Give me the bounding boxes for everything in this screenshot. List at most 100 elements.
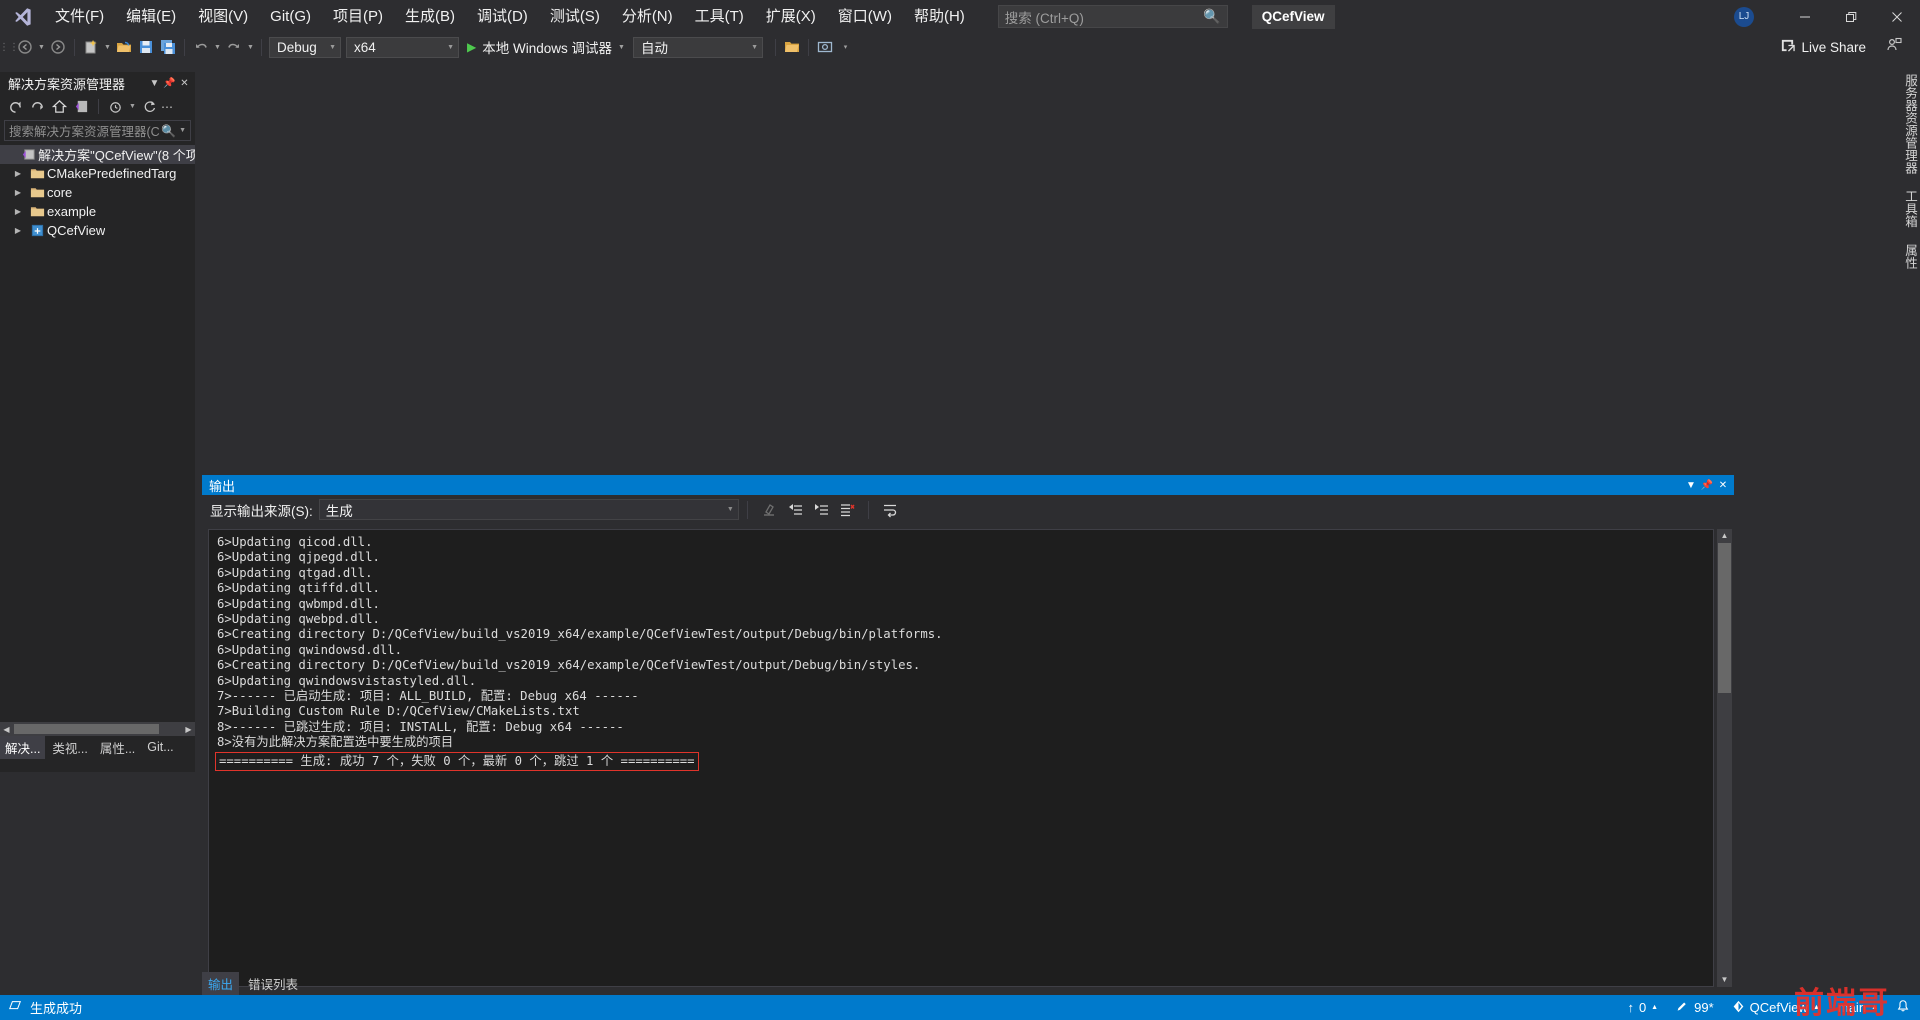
redo-icon[interactable]	[223, 36, 245, 58]
pending-changes-indicator[interactable]: ↑ 0 ▲	[1627, 1000, 1658, 1015]
save-all-icon[interactable]	[157, 36, 179, 58]
standard-toolbar: ⋮⋮ ▼ ▼ ▼ ▼ Debug ▼ x64 ▼ ▶ 本地 Windows 调试…	[0, 33, 1920, 61]
menu-item-file[interactable]: 文件(F)	[44, 3, 115, 31]
tab-server-explorer[interactable]: 服务器资源管理器	[1898, 66, 1920, 182]
tab-error-list[interactable]: 错误列表	[242, 972, 304, 995]
menu-item-extensions[interactable]: 扩展(X)	[755, 3, 827, 31]
forward-icon[interactable]	[27, 96, 48, 117]
tree-item-core[interactable]: ▶ core	[0, 183, 195, 202]
tree-item-solution[interactable]: 解决方案"QCefView"(8 个项	[0, 145, 195, 164]
navigate-backward-icon[interactable]	[14, 36, 36, 58]
unsaved-edits-indicator[interactable]: 99*	[1676, 1000, 1714, 1016]
close-icon[interactable]	[1874, 0, 1920, 33]
switch-views-icon[interactable]	[71, 96, 92, 117]
tree-expander[interactable]: ▶	[8, 226, 28, 235]
start-debug-label[interactable]: 本地 Windows 调试器	[482, 37, 612, 57]
new-project-dropdown-icon[interactable]: ▼	[102, 44, 113, 51]
clear-all-icon[interactable]	[756, 498, 782, 522]
pin-icon[interactable]: 📌	[162, 78, 177, 89]
solution-explorer-horizontal-scrollbar[interactable]: ◀ ▶	[0, 722, 195, 736]
panel-dropdown-icon[interactable]: ▼	[1683, 480, 1699, 491]
tab-properties-panel[interactable]: 属性	[1898, 236, 1920, 277]
pin-icon[interactable]: 📌	[1699, 480, 1715, 491]
repository-indicator[interactable]: QCefView ▲	[1732, 1000, 1820, 1016]
undo-dropdown-icon[interactable]: ▼	[212, 44, 223, 51]
tab-properties[interactable]: 属性...	[95, 736, 140, 759]
menu-item-analyze[interactable]: 分析(N)	[611, 3, 684, 31]
scroll-down-icon[interactable]: ▼	[1717, 973, 1732, 987]
panel-overflow-icon[interactable]: ⋯	[161, 96, 173, 117]
menu-item-help[interactable]: 帮助(H)	[903, 3, 976, 31]
screenshot-icon[interactable]	[814, 36, 836, 58]
status-right: ↑ 0 ▲ 99* QCefView ▲ main ▲	[1627, 999, 1910, 1016]
menu-item-tools[interactable]: 工具(T)	[684, 3, 755, 31]
home-icon[interactable]	[49, 96, 70, 117]
tab-git[interactable]: Git...	[142, 738, 178, 756]
scroll-right-icon[interactable]: ▶	[182, 725, 195, 734]
attach-combo[interactable]: 自动 ▼	[633, 36, 764, 58]
go-to-next-message-icon[interactable]	[808, 498, 834, 522]
menu-item-view[interactable]: 视图(V)	[187, 3, 259, 31]
tab-solution-explorer[interactable]: 解决...	[0, 735, 46, 759]
menu-item-edit[interactable]: 编辑(E)	[115, 3, 187, 31]
live-share-session-icon[interactable]	[1886, 37, 1902, 58]
menu-item-project[interactable]: 项目(P)	[322, 3, 394, 31]
tab-class-view[interactable]: 类视...	[47, 736, 92, 759]
menu-item-test[interactable]: 测试(S)	[539, 3, 611, 31]
tree-expander[interactable]: ▶	[8, 188, 28, 197]
global-search-input[interactable]: 搜索 (Ctrl+Q) 🔍	[997, 5, 1228, 28]
tree-expander[interactable]: ▶	[8, 207, 28, 216]
menu-item-debug[interactable]: 调试(D)	[466, 3, 539, 31]
tab-toolbox[interactable]: 工具箱	[1898, 182, 1920, 236]
output-vertical-scrollbar[interactable]: ▲ ▼	[1717, 529, 1732, 987]
start-debug-icon[interactable]: ▶	[467, 40, 476, 54]
scroll-thumb[interactable]	[1718, 543, 1731, 693]
tree-item-example[interactable]: ▶ example	[0, 202, 195, 221]
solution-platform-combo[interactable]: x64 ▼	[346, 36, 459, 58]
notifications-button[interactable]	[1896, 999, 1910, 1016]
output-text-area[interactable]: 6>Updating qicod.dll. 6>Updating qjpegd.…	[208, 529, 1714, 987]
menu-item-git[interactable]: Git(G)	[259, 3, 322, 31]
solution-explorer-search-input[interactable]: 搜索解决方案资源管理器(C 🔍 ▼	[4, 120, 191, 141]
tree-item-cmakepredefinedtargets[interactable]: ▶ CMakePredefinedTarg	[0, 164, 195, 183]
new-project-icon[interactable]	[80, 36, 102, 58]
tree-item-qcefview[interactable]: ▶ QCefView	[0, 221, 195, 240]
menu-item-window[interactable]: 窗口(W)	[827, 3, 903, 31]
redo-dropdown-icon[interactable]: ▼	[245, 44, 256, 51]
solution-configuration-combo[interactable]: Debug ▼	[269, 36, 341, 58]
scroll-left-icon[interactable]: ◀	[0, 725, 13, 734]
live-share-button[interactable]: Live Share	[1780, 33, 1866, 61]
avatar[interactable]: LJ	[1734, 6, 1754, 27]
toolbar-grip[interactable]: ⋮⋮	[0, 38, 19, 56]
tab-output[interactable]: 输出	[202, 971, 240, 995]
close-icon[interactable]: ✕	[1715, 480, 1731, 491]
navigate-backward-dropdown-icon[interactable]: ▼	[36, 44, 47, 51]
output-line: 6>Updating qwindowsvistastyled.dll.	[217, 673, 477, 688]
filter-dropdown-icon[interactable]: ▼	[127, 103, 138, 110]
open-file-icon[interactable]	[113, 36, 135, 58]
chevron-down-icon[interactable]: ▼	[179, 127, 186, 134]
scroll-thumb[interactable]	[14, 724, 159, 734]
back-icon[interactable]	[5, 96, 26, 117]
menu-item-build[interactable]: 生成(B)	[394, 3, 466, 31]
clear-pane-icon[interactable]	[834, 498, 860, 522]
pending-changes-count: 0	[1638, 1000, 1647, 1015]
restore-icon[interactable]	[1828, 0, 1874, 33]
navigate-forward-icon[interactable]	[47, 36, 69, 58]
panel-dropdown-icon[interactable]: ▼	[147, 78, 162, 89]
save-icon[interactable]	[135, 36, 157, 58]
go-to-previous-message-icon[interactable]	[782, 498, 808, 522]
refresh-icon[interactable]	[139, 96, 160, 117]
start-debug-dropdown-icon[interactable]: ▼	[616, 44, 627, 51]
scroll-up-icon[interactable]: ▲	[1717, 529, 1732, 543]
open-folder-icon[interactable]	[781, 36, 803, 58]
undo-icon[interactable]	[190, 36, 212, 58]
tree-expander[interactable]: ▶	[8, 169, 28, 178]
minimize-icon[interactable]	[1782, 0, 1828, 33]
branch-indicator[interactable]: main ▲	[1838, 1000, 1878, 1015]
toolbar-overflow-icon[interactable]: ▾	[840, 43, 851, 51]
pending-changes-filter-icon[interactable]	[105, 96, 126, 117]
output-source-combo[interactable]: 生成 ▼	[318, 499, 739, 520]
toggle-word-wrap-icon[interactable]	[877, 498, 903, 522]
close-icon[interactable]: ✕	[177, 78, 192, 89]
